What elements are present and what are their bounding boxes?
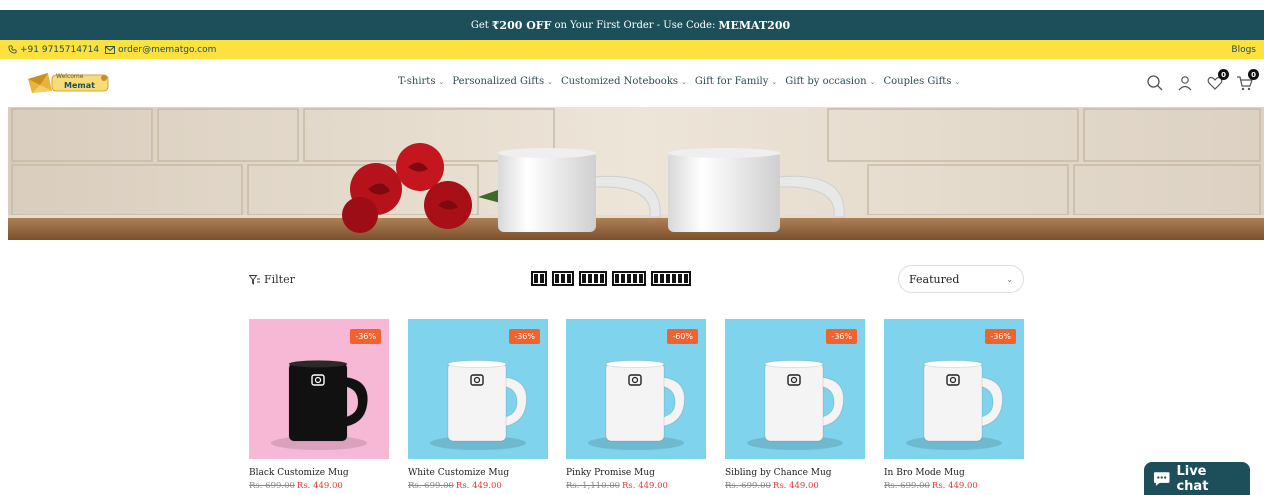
email-text: order@mematgo.com (118, 44, 217, 55)
sale-price: Rs. 449.00 (622, 481, 668, 491)
cart-icon[interactable]: 0 (1236, 69, 1259, 92)
announcement-code: MEMAT200 (718, 18, 791, 32)
chevron-down-icon: ⌄ (547, 77, 553, 86)
product-title[interactable]: Black Customize Mug (249, 468, 389, 478)
product-image[interactable]: -60% (566, 319, 706, 459)
announcement-prefix: Get (470, 19, 489, 31)
discount-badge: -36% (509, 329, 540, 344)
sale-price: Rs. 449.00 (931, 481, 978, 491)
discount-badge: -36% (985, 329, 1016, 344)
discount-badge: -36% (350, 329, 381, 344)
product-card[interactable]: -36% Black Customize Mug Rs. 699.00 Rs. 4… (249, 319, 389, 491)
announcement-bar: Get ₹200 OFF on Your First Order - Use C… (0, 10, 1264, 40)
nav-label: Gift by occasion (785, 76, 867, 87)
site-header: Welcome Memat T-shirts ⌄ Personalized Gif… (0, 59, 1264, 106)
blogs-link[interactable]: Blogs (1231, 45, 1256, 55)
mail-icon (105, 45, 116, 54)
filter-button[interactable]: Filter (249, 273, 295, 286)
phone-icon (8, 45, 17, 54)
product-card[interactable]: -36% In Bro Mode Mug Rs. 699.00 Rs. 449.0… (884, 319, 1024, 491)
product-title[interactable]: Sibling by Chance Mug (725, 468, 865, 478)
email-link[interactable]: order@mematgo.com (105, 45, 216, 55)
logo-text-brand: Memat (64, 81, 95, 90)
product-image[interactable]: -36% (725, 319, 865, 459)
grid-6-columns-button[interactable] (651, 271, 691, 286)
compare-price: Rs. 1,110.00 (566, 481, 621, 491)
product-image[interactable]: -36% (249, 319, 389, 459)
product-image[interactable]: -36% (408, 319, 548, 459)
announcement-offer: ₹200 OFF (491, 18, 552, 32)
nav-item-personalized-gifts[interactable]: Personalized Gifts ⌄ (452, 76, 553, 87)
nav-item-couples-gifts[interactable]: Couples Gifts ⌄ (883, 76, 960, 87)
nav-item-gift-by-occasion[interactable]: Gift by occasion ⌄ (785, 76, 875, 87)
live-chat-button[interactable]: Live chat (1144, 462, 1250, 495)
announcement-middle: on Your First Order - Use Code: (554, 19, 716, 31)
sale-price: Rs. 449.00 (772, 481, 819, 491)
chevron-down-icon: ⌄ (438, 77, 445, 86)
product-price: Rs. 699.00 Rs. 449.00 (408, 481, 548, 491)
product-price: Rs. 699.00 Rs. 449.00 (249, 481, 389, 491)
nav-item-gift-for-family[interactable]: Gift for Family ⌄ (695, 76, 777, 87)
nav-item-tshirts[interactable]: T-shirts ⌄ (398, 76, 444, 87)
filter-icon (249, 274, 260, 285)
contact-bar: +91 9715714714 order@mematgo.com Blogs (0, 40, 1264, 59)
cart-count-badge: 0 (1248, 69, 1259, 80)
product-title[interactable]: Pinky Promise Mug (566, 468, 706, 478)
product-title[interactable]: White Customize Mug (408, 468, 548, 478)
compare-price: Rs. 699.00 (408, 481, 454, 491)
header-icons: 0 0 (1146, 69, 1259, 92)
nav-label: Personalized Gifts (452, 76, 545, 87)
phone-link[interactable]: +91 9715714714 (8, 45, 99, 55)
discount-badge: -60% (667, 329, 698, 344)
compare-price: Rs. 699.00 (884, 481, 930, 491)
grid-2-columns-button[interactable] (531, 271, 547, 286)
grid-5-columns-button[interactable] (612, 271, 646, 286)
product-price: Rs. 1,110.00 Rs. 449.00 (566, 481, 706, 491)
site-logo[interactable]: Welcome Memat (26, 69, 110, 97)
product-card[interactable]: -60% Pinky Promise Mug Rs. 1,110.00 Rs. 4… (566, 319, 706, 491)
product-price: Rs. 699.00 Rs. 449.00 (725, 481, 865, 491)
chevron-down-icon: ⌄ (1006, 274, 1013, 284)
nav-label: Customized Notebooks (560, 76, 679, 87)
product-card[interactable]: -36% Sibling by Chance Mug Rs. 699.00 Rs.… (725, 319, 865, 491)
heart-icon[interactable]: 0 (1206, 69, 1229, 92)
nav-label: T-shirts (398, 76, 436, 87)
grid-layout-switch (531, 271, 691, 286)
chevron-down-icon: ⌄ (681, 77, 687, 86)
grid-3-columns-button[interactable] (552, 271, 574, 286)
discount-badge: -36% (826, 329, 857, 344)
logo-text-welcome: Welcome (56, 73, 84, 80)
compare-price: Rs. 699.00 (725, 481, 771, 491)
compare-price: Rs. 699.00 (249, 481, 295, 491)
nav-label: Gift for Family (694, 76, 769, 87)
live-chat-label: Live chat (1176, 463, 1209, 494)
chevron-down-icon: ⌄ (869, 77, 876, 86)
phone-text: +91 9715714714 (20, 44, 100, 55)
filter-label: Filter (264, 273, 295, 286)
sale-price: Rs. 449.00 (455, 481, 502, 491)
product-price: Rs. 699.00 Rs. 449.00 (884, 481, 1024, 491)
nav-label: Couples Gifts (883, 76, 952, 87)
nav-item-customized-notebooks[interactable]: Customized Notebooks ⌄ (561, 76, 687, 87)
user-icon[interactable] (1176, 74, 1194, 92)
chevron-down-icon: ⌄ (954, 77, 961, 86)
sort-select[interactable]: Featured ⌄ (898, 265, 1024, 293)
wishlist-count-badge: 0 (1218, 69, 1229, 80)
main-nav: T-shirts ⌄ Personalized Gifts ⌄ Customized… (398, 76, 960, 87)
sale-price: Rs. 449.00 (296, 481, 343, 491)
product-card[interactable]: -36% White Customize Mug Rs. 699.00 Rs. 4… (408, 319, 548, 491)
chevron-down-icon: ⌄ (771, 77, 778, 86)
hero-banner (8, 107, 1264, 240)
product-title[interactable]: In Bro Mode Mug (884, 468, 1024, 478)
sort-selected-value: Featured (909, 272, 960, 286)
search-icon[interactable] (1146, 74, 1164, 92)
grid-4-columns-button[interactable] (579, 271, 607, 286)
hero-image (8, 107, 1264, 240)
product-image[interactable]: -36% (884, 319, 1024, 459)
chat-bubble-icon (1153, 471, 1170, 486)
